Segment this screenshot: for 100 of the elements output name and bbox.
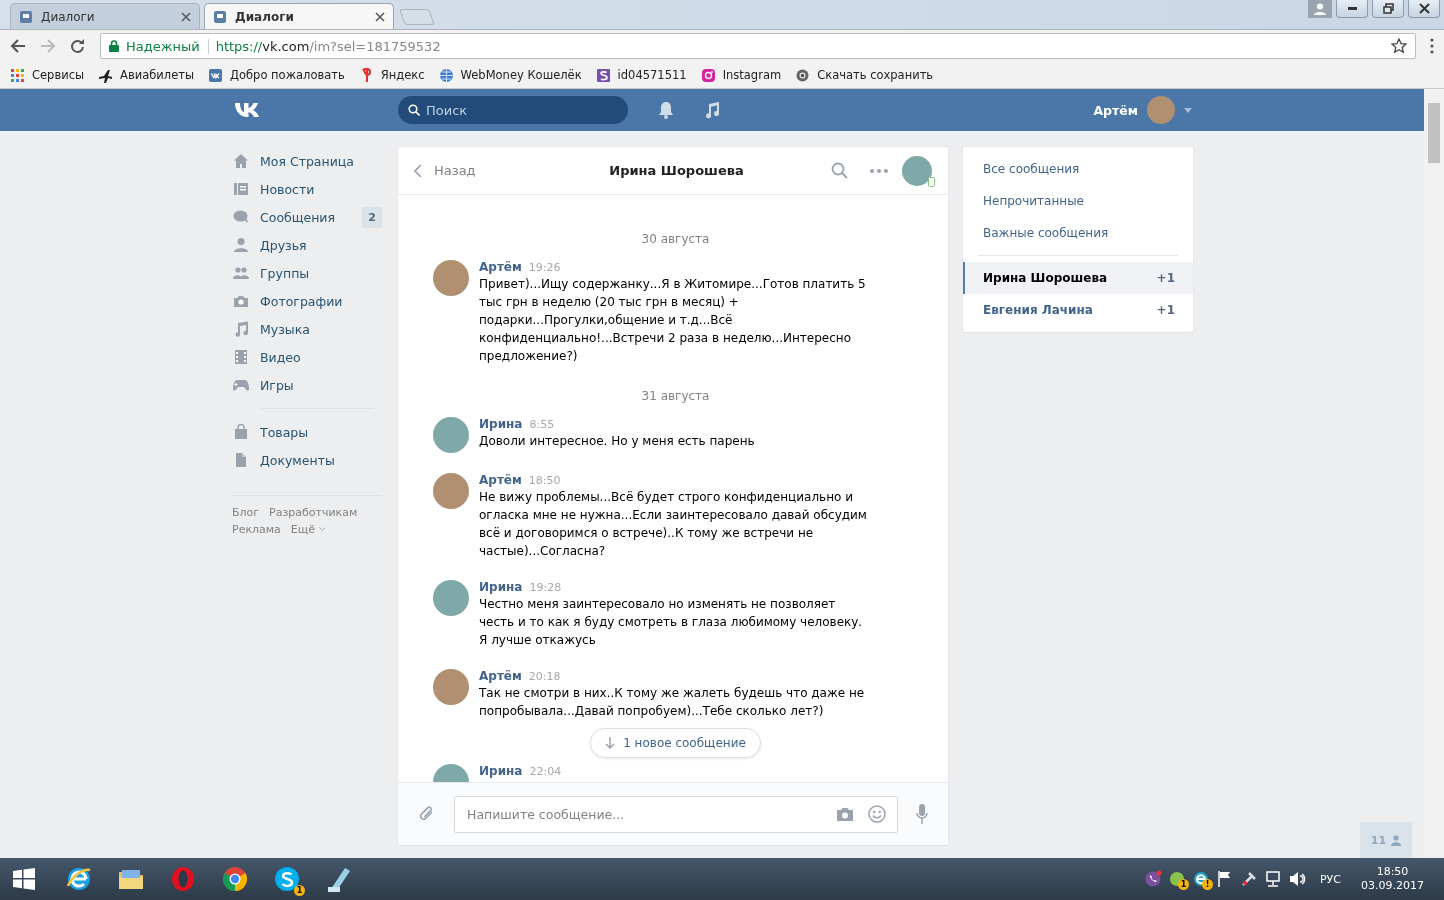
nav-link[interactable]: Документы (232, 446, 382, 474)
vk-logo-icon (208, 67, 223, 83)
chrome-logo-icon (221, 865, 249, 893)
avatar (1147, 96, 1175, 124)
nav-link[interactable]: Игры (232, 371, 382, 399)
minimize-button[interactable] (1336, 0, 1368, 18)
star-icon[interactable] (1391, 38, 1407, 54)
reload-icon[interactable] (70, 38, 86, 54)
address-bar[interactable]: Надежный https://vk.com/im?sel=181759532 (100, 33, 1416, 59)
filter-link[interactable]: Непрочитанные (963, 185, 1193, 217)
bookmark[interactable]: Instagram (700, 67, 782, 83)
author-name[interactable]: Артём (479, 260, 522, 274)
taskbar-app[interactable] (220, 864, 250, 894)
message-text: Не вижу проблемы...Всё будет строго конфиденциально и огласка мне не нужна...Если заинтересовало давай обсудим всё и договоримся о встрече)..К тому же встречи не частые)...Согласна? (479, 489, 868, 560)
message-time: 18:50 (528, 474, 561, 487)
bookmark[interactable]: Сервисы (10, 67, 85, 83)
browser-tab[interactable]: Диалоги (10, 3, 200, 29)
scrollbar[interactable] (1424, 89, 1444, 858)
speech-bubble-icon (233, 209, 249, 225)
apps-grid-icon (10, 67, 25, 83)
taskbar-app[interactable]: 1 (272, 864, 302, 894)
bookmark[interactable]: id04571511 (595, 67, 687, 83)
music-note-icon[interactable] (704, 101, 720, 119)
close-button[interactable] (1408, 0, 1440, 18)
avatar[interactable] (433, 473, 469, 509)
nav-link[interactable]: Новости (232, 175, 382, 203)
phone-icon (928, 176, 935, 187)
tools-icon (1240, 870, 1258, 888)
author-name[interactable]: Артём (479, 473, 522, 487)
caret-icon (1184, 107, 1192, 113)
dialog-tab[interactable]: Евгения Лачина +1 (963, 294, 1193, 326)
bookmark[interactable]: Авиабилеты (98, 67, 194, 83)
message-time: 22:04 (529, 765, 562, 778)
close-icon[interactable] (375, 11, 385, 22)
notification-badge: 1 (1178, 879, 1189, 890)
author-name[interactable]: Ирина (479, 764, 523, 778)
search-icon (408, 104, 420, 116)
bookmark[interactable]: WebMoney Кошелёк (438, 67, 582, 83)
message-text: Доволи интересное. Но у меня есть парень (479, 433, 756, 450)
search-icon[interactable] (831, 162, 848, 179)
user-name: Артём (1093, 102, 1138, 118)
bell-icon[interactable] (658, 101, 674, 119)
message-field[interactable]: Напишите сообщение... (454, 795, 898, 833)
dialog-tab[interactable]: Ирина Шорошева +1 (963, 262, 1193, 294)
security-label: Надежный (126, 38, 209, 54)
clock-time: 18:50 (1376, 865, 1409, 879)
back-icon[interactable] (10, 38, 26, 54)
author-name[interactable]: Ирина (479, 580, 523, 594)
more-icon[interactable] (870, 168, 888, 173)
tray-icon[interactable] (1144, 870, 1162, 888)
avatar[interactable] (433, 417, 469, 453)
user-menu[interactable]: Артём (1093, 96, 1192, 124)
bookmark[interactable]: Яндекс (358, 67, 425, 83)
tray-icon[interactable]: ! (1192, 870, 1210, 888)
nav-link[interactable]: Фотографии (232, 287, 382, 315)
counter-badge: 2 (362, 206, 382, 228)
tray-icon[interactable]: 1 (1168, 870, 1186, 888)
opera-logo-icon (169, 865, 197, 893)
gamepad-icon (233, 377, 249, 393)
nav-link[interactable]: Группы (232, 259, 382, 287)
globe-icon (438, 67, 454, 83)
tray-icon[interactable] (1264, 870, 1282, 888)
back-link[interactable]: Назад (414, 163, 574, 178)
avatar[interactable] (433, 580, 469, 616)
author-name[interactable]: Артём (479, 669, 522, 683)
clock[interactable]: 18:50 03.09.2017 (1361, 865, 1424, 893)
person-icon (233, 237, 249, 253)
avatar[interactable] (433, 669, 469, 705)
bookmark[interactable]: Скачать сохранить (795, 67, 934, 83)
notification-badge: 1 (294, 885, 305, 896)
nav-link[interactable]: Товары (232, 418, 382, 446)
close-icon[interactable] (181, 11, 191, 22)
browser-e-icon (65, 865, 93, 893)
phone-icon (1144, 870, 1162, 888)
smiley-icon[interactable] (868, 804, 886, 823)
filter-link[interactable]: Важные сообщения (963, 217, 1193, 249)
microphone-icon[interactable] (916, 804, 928, 824)
restore-button[interactable] (1372, 0, 1404, 18)
nav-link[interactable]: Моя Страница (232, 147, 382, 175)
tray-icon[interactable] (1288, 870, 1306, 888)
language-indicator[interactable]: РУС (1320, 872, 1341, 886)
tray-icon[interactable] (1240, 870, 1258, 888)
windows-logo-icon (12, 867, 36, 891)
new-message-button[interactable]: 1 новое сообщение (590, 728, 761, 758)
nav-link[interactable]: Сообщения 2 (232, 203, 382, 231)
bag-icon (233, 424, 249, 440)
avatar[interactable] (902, 155, 932, 186)
nav-link[interactable]: Музыка (232, 315, 382, 343)
bookmark[interactable]: Добро пожаловать (208, 67, 345, 83)
arrow-down-icon (605, 737, 616, 749)
nav-link[interactable]: Друзья (232, 231, 382, 259)
nav-link[interactable]: Видео (232, 343, 382, 371)
profile-button[interactable] (1308, 0, 1332, 18)
filter-link[interactable]: Все сообщения (963, 153, 1193, 185)
author-name[interactable]: Ирина (479, 417, 523, 431)
browser-tab[interactable]: Диалоги (204, 3, 394, 29)
avatar[interactable] (433, 260, 469, 296)
search-field[interactable]: Поиск (398, 96, 628, 124)
chevron-down-icon (318, 527, 326, 532)
menu-icon[interactable] (1430, 38, 1434, 54)
